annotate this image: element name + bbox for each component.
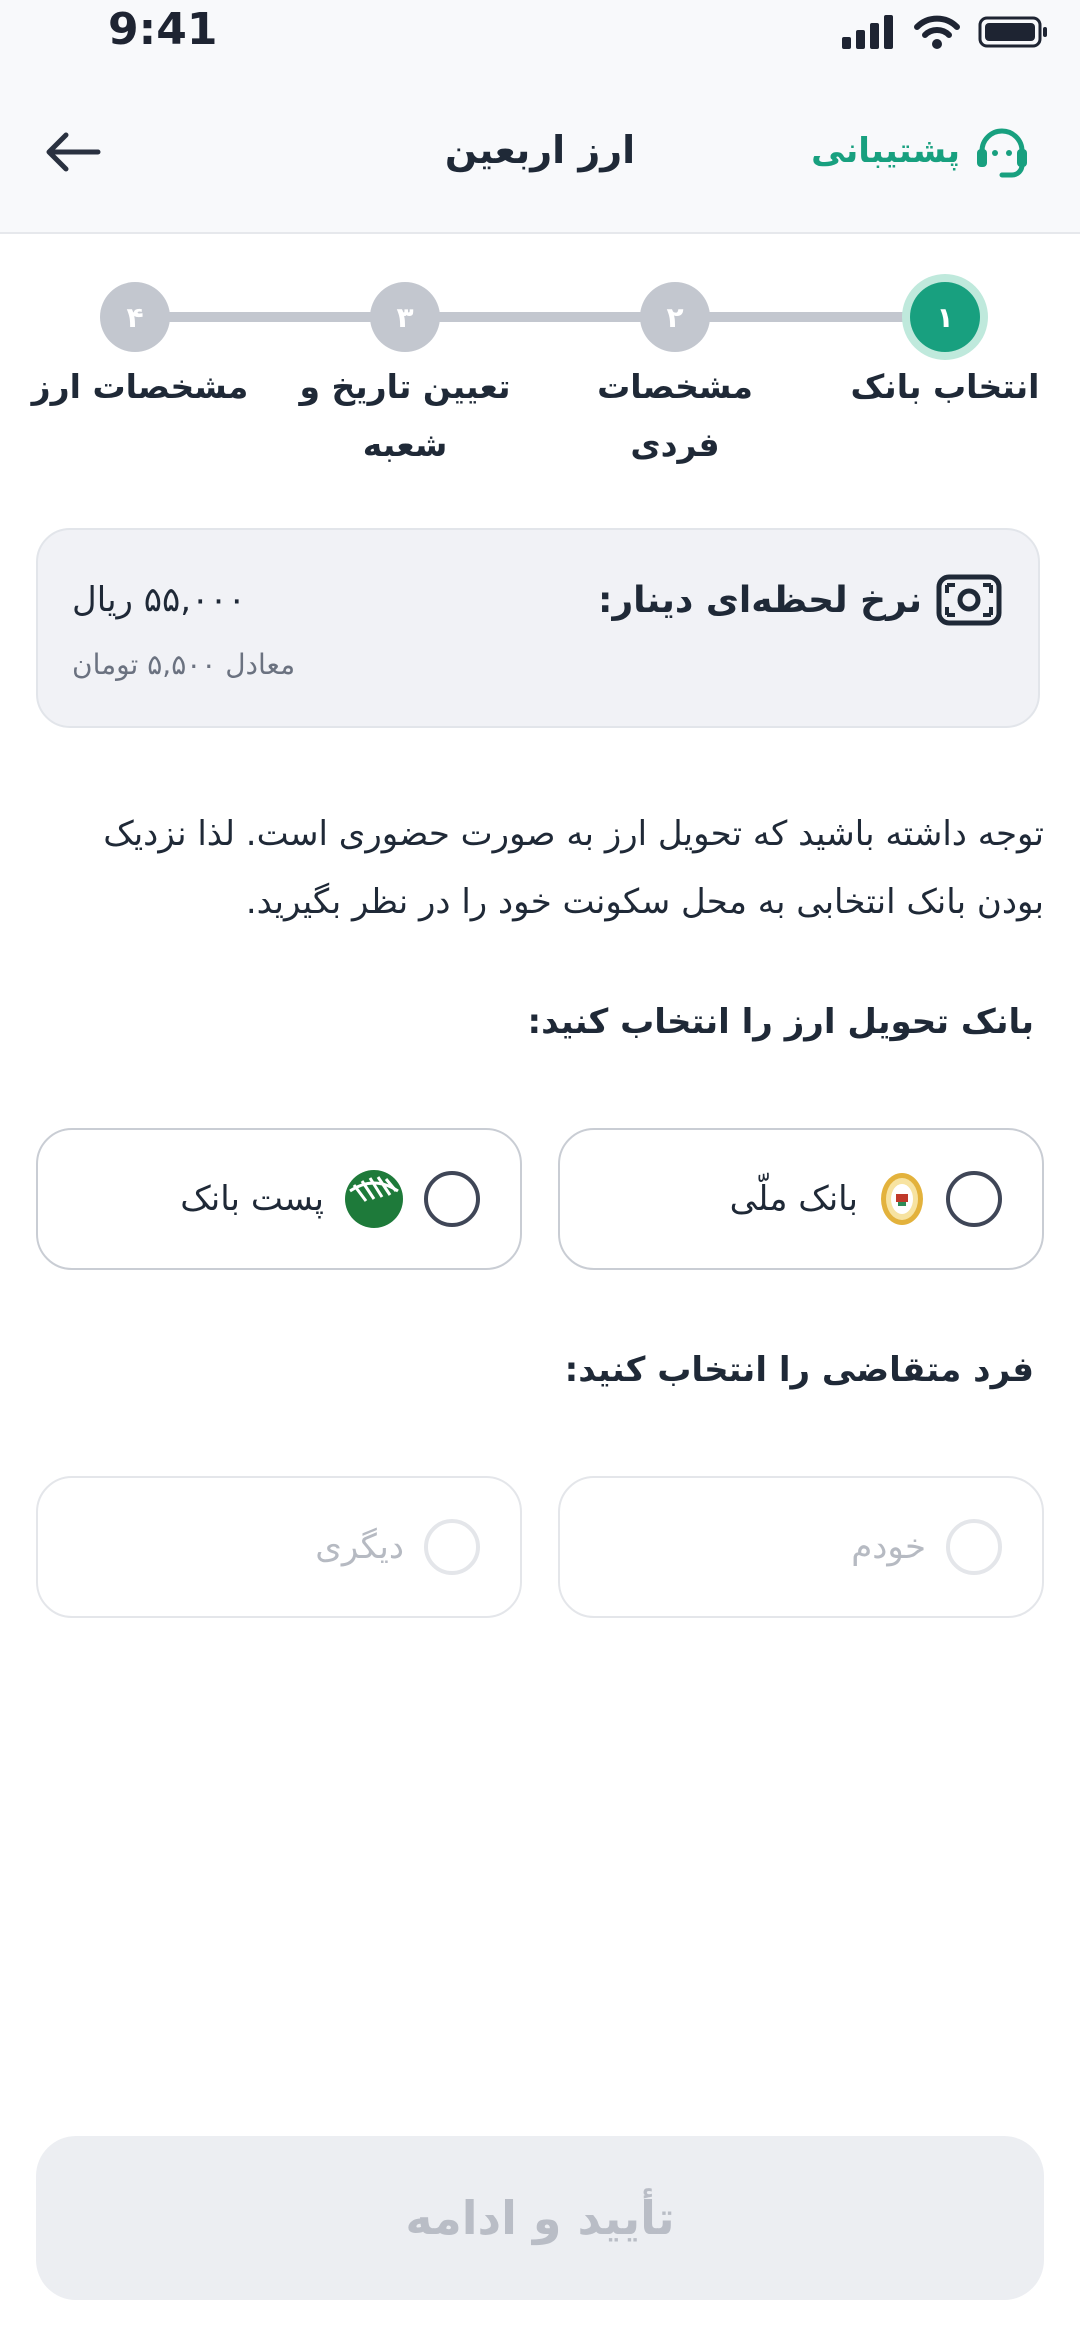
delivery-notice: توجه داشته باشید که تحویل ارز به صورت حض… <box>103 814 1044 922</box>
post-bank-logo-icon <box>345 1170 403 1228</box>
radio-button[interactable] <box>424 1171 480 1227</box>
bank-section-label: بانک تحویل ارز را انتخاب کنید: <box>527 1002 1034 1042</box>
support-headset-icon <box>977 128 1027 178</box>
step-2-label: مشخصات فردی <box>597 367 753 464</box>
stepper-track <box>135 312 950 322</box>
cash-icon <box>936 574 1002 626</box>
step-2-indicator: ۲ <box>640 282 710 352</box>
step-1-indicator: ۱ <box>910 282 980 352</box>
rate-label: نرخ لحظه‌ای دینار: <box>598 579 922 621</box>
bank-option-post[interactable]: پست بانک <box>36 1128 522 1270</box>
support-label: پشتیبانی <box>811 131 960 171</box>
rate-label-group: نرخ لحظه‌ای دینار: <box>598 574 1002 626</box>
applicant-option-self[interactable]: خودم <box>558 1476 1044 1618</box>
bank-option-label: پست بانک <box>180 1179 324 1219</box>
step-4-indicator: ۴ <box>100 282 170 352</box>
app-header: ارز اربعین پشتیبانی <box>0 70 1080 234</box>
bank-option-label: بانک ملّی <box>729 1179 858 1219</box>
rate-equivalent: معادل ۵,۵۰۰ تومان <box>72 648 296 681</box>
status-bar: 9:41 <box>0 0 1080 70</box>
exchange-rate-card: نرخ لحظه‌ای دینار: ۵۵,۰۰۰ ریال معادل ۵,۵… <box>36 528 1040 728</box>
radio-button[interactable] <box>424 1519 480 1575</box>
bank-melli-logo-icon <box>881 1173 923 1225</box>
confirm-continue-button[interactable]: تأیید و ادامه <box>36 2136 1044 2300</box>
step-3-indicator: ۳ <box>370 282 440 352</box>
step-4-label: مشخصات ارز <box>31 367 249 406</box>
radio-button[interactable] <box>946 1519 1002 1575</box>
signal-icon <box>842 15 893 49</box>
applicant-section-label: فرد متقاضی را انتخاب کنید: <box>564 1350 1034 1390</box>
status-time: 9:41 <box>108 4 218 55</box>
bank-option-melli[interactable]: بانک ملّی <box>558 1128 1044 1270</box>
wifi-icon <box>914 15 960 49</box>
step-1-label: انتخاب بانک <box>850 367 1040 406</box>
rate-value: ۵۵,۰۰۰ ریال <box>72 580 246 620</box>
battery-icon <box>978 16 1047 48</box>
status-icons <box>842 12 1050 52</box>
support-button[interactable]: پشتیبانی <box>811 118 1030 184</box>
applicant-option-label: دیگری <box>315 1527 404 1567</box>
applicant-option-other[interactable]: دیگری <box>36 1476 522 1618</box>
radio-button[interactable] <box>946 1171 1002 1227</box>
applicant-option-label: خودم <box>851 1527 926 1567</box>
step-3-label: تعیین تاریخ و شعبه <box>299 367 511 464</box>
